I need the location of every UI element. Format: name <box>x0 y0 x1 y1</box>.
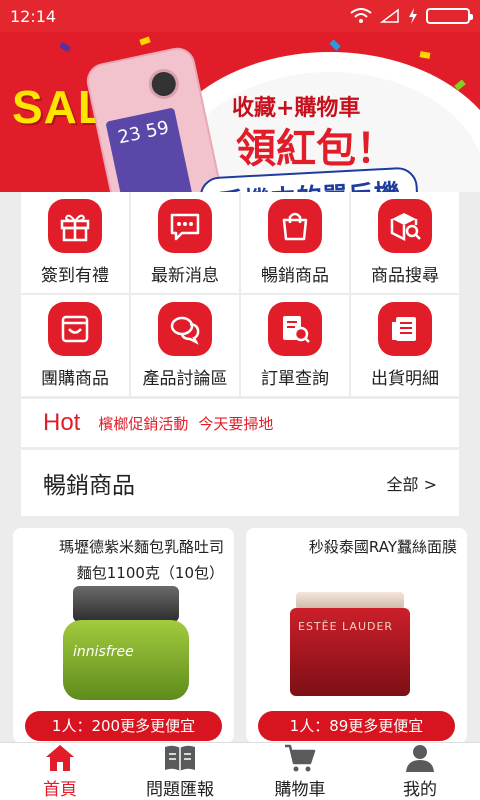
home-icon <box>46 745 74 771</box>
product-list: 瑪壢德紫米麵包乳酪吐司 麵包1100克（10包） innisfree 1人：20… <box>13 528 467 743</box>
tab-mine[interactable]: 我的 <box>360 743 480 800</box>
grid-item-forum[interactable]: 產品討論區 <box>131 295 239 396</box>
product-name: 瑪壢德紫米麵包乳酪吐司 麵包1100克（10包） <box>58 538 224 582</box>
status-time: 12:14 <box>10 6 57 26</box>
grid-label: 暢銷商品 <box>261 266 329 286</box>
battery-icon <box>426 8 473 24</box>
grid-item-order-query[interactable]: 訂單查詢 <box>241 295 349 396</box>
banner-line2: 領紅包！ <box>236 126 396 172</box>
tab-cart[interactable]: 購物車 <box>240 743 360 800</box>
grid-item-groupbuy[interactable]: 團購商品 <box>21 295 129 396</box>
grid-label: 簽到有禮 <box>41 266 109 286</box>
product-name: 秒殺泰國RAY蠶絲面膜 <box>308 538 457 556</box>
message-icon <box>158 199 212 253</box>
report-icon <box>165 745 195 771</box>
product-price-button[interactable]: 1人：89更多更便宜 <box>258 711 455 741</box>
product-image: ESTĒE LAUDER <box>290 592 410 702</box>
grid-item-checkin[interactable]: 簽到有禮 <box>21 192 129 293</box>
hot-news-item[interactable]: 今天要掃地 <box>198 413 273 434</box>
grid-label: 出貨明細 <box>371 369 439 389</box>
grid-item-shipping[interactable]: 出貨明細 <box>351 295 459 396</box>
hot-title: Hot <box>43 409 81 436</box>
order-search-icon <box>268 302 322 356</box>
shopping-bag-icon <box>268 199 322 253</box>
function-grid: 簽到有禮 最新消息 暢銷商品 商品搜尋 團購商品 產品討論區 訂單查詢 出貨明細 <box>21 192 459 396</box>
status-bar: 12:14 <box>0 0 480 32</box>
grid-label: 團購商品 <box>41 369 109 389</box>
bottom-tab-bar: 首頁 問題匯報 購物車 我的 <box>0 742 480 800</box>
shipping-list-icon <box>378 302 432 356</box>
hot-news-item[interactable]: 檳榔促銷活動 <box>98 413 188 434</box>
tab-label: 問題匯報 <box>146 780 214 800</box>
user-icon <box>406 745 434 772</box>
product-card[interactable]: 秒殺泰國RAY蠶絲面膜 ESTĒE LAUDER 1人：89更多更便宜 <box>246 528 467 743</box>
wifi-icon <box>350 8 372 23</box>
grid-label: 產品討論區 <box>142 369 228 389</box>
group-buy-icon <box>48 302 102 356</box>
tab-home[interactable]: 首頁 <box>0 743 120 800</box>
tab-label: 我的 <box>403 780 437 800</box>
tab-report[interactable]: 問題匯報 <box>120 743 240 800</box>
grid-label: 商品搜尋 <box>371 266 439 286</box>
grid-label: 訂單查詢 <box>261 369 329 389</box>
promo-banner[interactable]: SALE 23 59 收藏+購物車 領紅包！ 手機中的單反機 <box>0 32 480 192</box>
product-image: innisfree <box>63 586 189 706</box>
product-card[interactable]: 瑪壢德紫米麵包乳酪吐司 麵包1100克（10包） innisfree 1人：20… <box>13 528 234 743</box>
gift-icon <box>48 199 102 253</box>
chat-icon <box>158 302 212 356</box>
signal-icon <box>380 8 399 23</box>
tab-label: 購物車 <box>274 780 326 800</box>
tab-label: 首頁 <box>43 780 77 800</box>
charging-icon <box>409 8 417 24</box>
cart-icon <box>285 744 316 772</box>
phone-image: 23 59 <box>83 44 227 192</box>
product-price-button[interactable]: 1人：200更多更便宜 <box>25 711 222 741</box>
grid-label: 最新消息 <box>151 266 219 286</box>
grid-item-news[interactable]: 最新消息 <box>131 192 239 293</box>
grid-item-search[interactable]: 商品搜尋 <box>351 192 459 293</box>
bestsellers-section-header: 暢銷商品 全部 > <box>21 450 459 516</box>
grid-item-bestsellers[interactable]: 暢銷商品 <box>241 192 349 293</box>
hot-news-bar: Hot 檳榔促銷活動 今天要掃地 <box>21 399 459 447</box>
search-box-icon <box>378 199 432 253</box>
section-title: 暢銷商品 <box>43 473 135 499</box>
view-all-link[interactable]: 全部 > <box>387 471 438 495</box>
